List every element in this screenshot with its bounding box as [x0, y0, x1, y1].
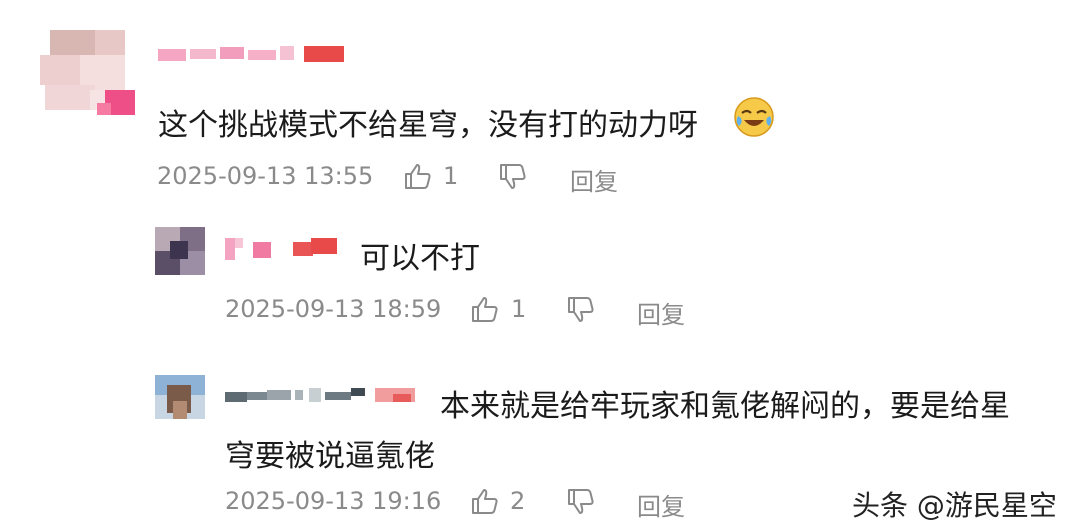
- timestamp: 2025-09-13 19:16: [225, 487, 442, 515]
- timestamp: 2025-09-13 18:59: [225, 295, 442, 323]
- like-icon[interactable]: [403, 161, 433, 191]
- crying-laugh-emoji-icon: [733, 96, 775, 138]
- like-count: 1: [511, 295, 527, 323]
- comment-text: 可以不打: [360, 241, 480, 276]
- dislike-icon[interactable]: [498, 162, 528, 192]
- avatar[interactable]: [35, 25, 135, 120]
- dislike-icon[interactable]: [566, 295, 596, 325]
- comment-text-line1: 本来就是给牢玩家和氪佬解闷的，要是给星: [440, 389, 1010, 424]
- like-icon[interactable]: [470, 294, 500, 324]
- username-mosaic[interactable]: [158, 44, 348, 64]
- avatar[interactable]: [155, 375, 205, 419]
- username-mosaic[interactable]: [225, 236, 340, 262]
- watermark: 头条 @游民星空: [852, 489, 1057, 522]
- timestamp: 2025-09-13 13:55: [157, 162, 374, 190]
- reply-button[interactable]: 回复: [570, 162, 618, 197]
- like-count: 2: [510, 487, 526, 515]
- avatar[interactable]: [155, 227, 205, 275]
- comment-text: 这个挑战模式不给星穹，没有打的动力呀: [158, 108, 698, 143]
- username-mosaic[interactable]: [225, 384, 420, 406]
- like-count: 1: [443, 162, 459, 190]
- comment-text-line2: 穹要被说逼氪佬: [225, 439, 435, 474]
- reply-button[interactable]: 回复: [637, 295, 685, 330]
- reply-button[interactable]: 回复: [637, 487, 685, 522]
- dislike-icon[interactable]: [566, 487, 596, 517]
- like-icon[interactable]: [470, 486, 500, 516]
